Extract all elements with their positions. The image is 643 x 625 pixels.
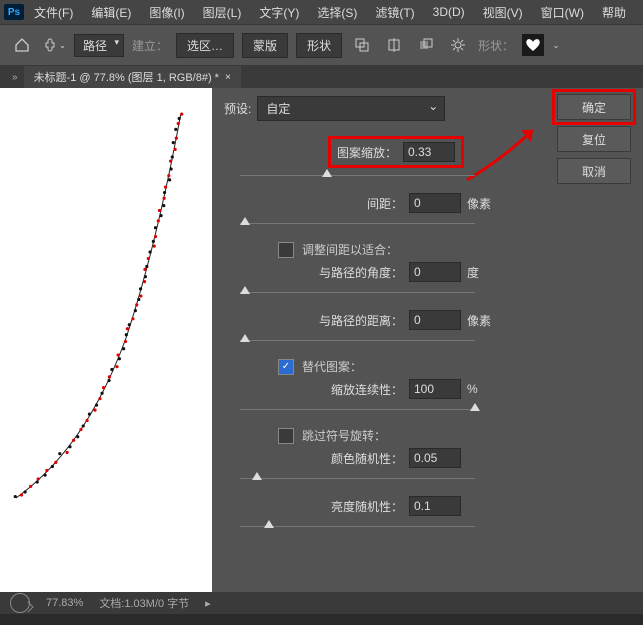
menu-type[interactable]: 文字(Y) — [251, 1, 307, 24]
color-rand-label: 颜色随机性： — [331, 450, 403, 467]
tab-bar: » 未标题-1 @ 77.8% (图层 1, RGB/8#) * × — [0, 66, 643, 88]
adjust-spacing-checkbox[interactable] — [278, 242, 294, 258]
scale-cont-input[interactable] — [409, 379, 461, 399]
selection-button[interactable]: 选区… — [176, 33, 234, 58]
scale-cont-unit: % — [467, 382, 491, 396]
reset-button[interactable]: 复位 — [557, 126, 631, 152]
spacing-unit: 像素 — [467, 195, 491, 212]
close-icon[interactable]: × — [225, 72, 231, 83]
spacing-input[interactable] — [409, 193, 461, 213]
bright-rand-input[interactable] — [409, 496, 461, 516]
distance-slider[interactable] — [240, 334, 615, 348]
menu-edit[interactable]: 编辑(E) — [83, 1, 139, 24]
shape-label: 形状： — [478, 37, 514, 54]
home-icon[interactable] — [10, 33, 34, 57]
angle-input[interactable] — [409, 262, 461, 282]
doc-info[interactable]: 文档:1.03M/0 字节 — [99, 595, 189, 611]
path-preview — [6, 98, 206, 518]
fill-path-dialog: 预设: 自定 确定 复位 取消 图案缩放： 间距：像素 调整间距以适合： 与路径… — [212, 88, 643, 592]
document-tab[interactable]: 未标题-1 @ 77.8% (图层 1, RGB/8#) * × — [24, 66, 241, 88]
app-icon: Ps — [4, 4, 24, 20]
mask-button[interactable]: 蒙版 — [242, 33, 288, 58]
scale-cont-slider[interactable] — [240, 403, 615, 417]
pattern-scale-input[interactable] — [403, 142, 455, 162]
preset-select[interactable]: 自定 — [257, 96, 445, 121]
pattern-scale-slider[interactable] — [240, 169, 615, 183]
bright-rand-label: 亮度随机性： — [331, 498, 403, 515]
menu-view[interactable]: 视图(V) — [475, 1, 531, 24]
angle-label: 与路径的角度： — [319, 264, 403, 281]
preset-label: 预设: — [224, 100, 251, 117]
zoom-level[interactable]: 77.83% — [46, 597, 83, 609]
chevron-right-icon[interactable]: ▸ — [205, 597, 211, 610]
ok-button[interactable]: 确定 — [557, 94, 631, 120]
skip-rotate-checkbox[interactable] — [278, 428, 294, 444]
menu-window[interactable]: 窗口(W) — [533, 1, 592, 24]
combine-icon[interactable] — [350, 33, 374, 57]
menu-3d[interactable]: 3D(D) — [425, 2, 473, 22]
align-icon[interactable] — [382, 33, 406, 57]
pattern-scale-label: 图案缩放： — [337, 144, 397, 161]
tab-title: 未标题-1 @ 77.8% (图层 1, RGB/8#) * — [34, 69, 219, 85]
adjust-spacing-label: 调整间距以适合： — [302, 241, 398, 258]
angle-slider[interactable] — [240, 286, 615, 300]
distance-label: 与路径的距离： — [319, 312, 403, 329]
menu-filter[interactable]: 滤镜(T) — [367, 1, 422, 24]
angle-unit: 度 — [467, 264, 491, 281]
arrange-icon[interactable] — [414, 33, 438, 57]
menu-help[interactable]: 帮助 — [594, 1, 634, 24]
distance-unit: 像素 — [467, 312, 491, 329]
menu-image[interactable]: 图像(I) — [141, 1, 192, 24]
shape-preview[interactable] — [522, 34, 544, 56]
menu-file[interactable]: 文件(F) — [26, 1, 81, 24]
create-label: 建立： — [132, 37, 168, 54]
skip-rotate-label: 跳过符号旋转： — [302, 427, 386, 444]
plugin-icon[interactable]: ⌄ — [42, 33, 66, 57]
preview-canvas — [0, 88, 212, 592]
spacing-label: 间距： — [367, 195, 403, 212]
alt-pattern-checkbox[interactable]: ✓ — [278, 359, 294, 375]
menu-select[interactable]: 选择(S) — [309, 1, 365, 24]
chevron-icon[interactable]: » — [12, 72, 18, 83]
color-rand-input[interactable] — [409, 448, 461, 468]
color-rand-slider[interactable] — [240, 472, 615, 486]
spacing-slider[interactable] — [240, 217, 615, 231]
menu-layer[interactable]: 图层(L) — [195, 1, 250, 24]
gear-icon[interactable] — [446, 33, 470, 57]
status-bar: 77.83% 文档:1.03M/0 字节 ▸ — [0, 592, 643, 614]
bright-rand-slider[interactable] — [240, 520, 615, 534]
shape-button[interactable]: 形状 — [296, 33, 342, 58]
alt-pattern-label: 替代图案： — [302, 358, 362, 375]
rotate-view-icon[interactable] — [10, 593, 30, 613]
distance-input[interactable] — [409, 310, 461, 330]
menu-bar: Ps 文件(F) 编辑(E) 图像(I) 图层(L) 文字(Y) 选择(S) 滤… — [0, 0, 643, 24]
scale-cont-label: 缩放连续性： — [331, 381, 403, 398]
path-mode-select[interactable]: 路径 — [74, 34, 124, 57]
options-bar: ⌄ 路径 建立： 选区… 蒙版 形状 形状： ⌄ — [0, 24, 643, 66]
